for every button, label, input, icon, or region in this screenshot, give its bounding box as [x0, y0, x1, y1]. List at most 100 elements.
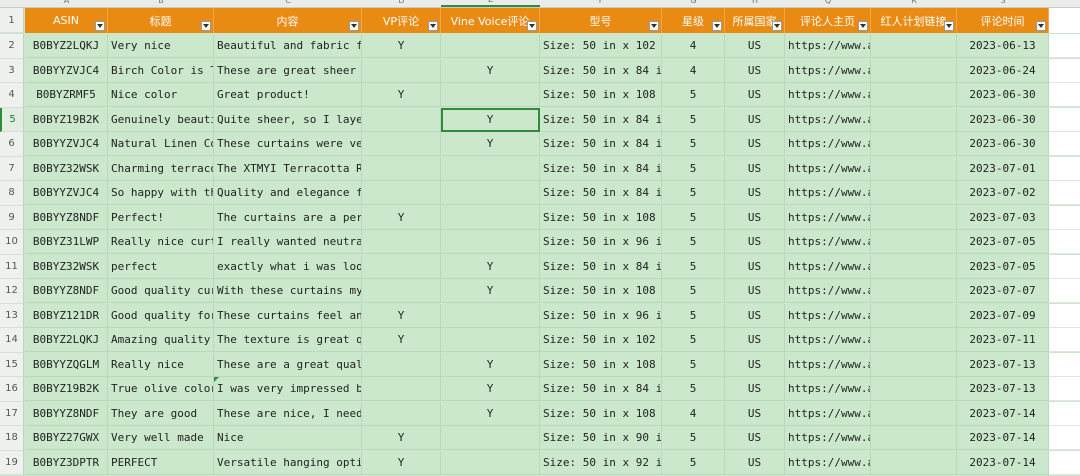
cell-star[interactable]: 5: [662, 303, 725, 328]
empty-cell[interactable]: [1049, 279, 1080, 303]
cell-date[interactable]: 2023-07-14: [957, 426, 1049, 450]
cell-profile[interactable]: https://www.amazon.com: [785, 58, 871, 83]
cell-profile[interactable]: https://www.amazon.com: [785, 450, 871, 475]
cell-country[interactable]: US: [725, 205, 785, 230]
cell-influencer[interactable]: [871, 426, 957, 450]
cell-star[interactable]: 5: [662, 83, 725, 107]
cell-title[interactable]: Perfect!: [108, 205, 214, 230]
header-cell-model[interactable]: 型号: [540, 8, 662, 33]
cell-vine[interactable]: [441, 181, 540, 205]
cell-model[interactable]: Size: 50 in x 84 in: [540, 132, 662, 156]
empty-header-cell[interactable]: [1049, 8, 1080, 33]
empty-cell[interactable]: [1049, 426, 1080, 450]
cell-country[interactable]: US: [725, 58, 785, 83]
column-letter-f[interactable]: F: [540, 0, 662, 6]
row-number[interactable]: 19: [0, 450, 24, 475]
cell-title[interactable]: Birch Color is Too: [108, 58, 214, 83]
cell-influencer[interactable]: [871, 401, 957, 426]
cell-date[interactable]: 2023-07-01: [957, 156, 1049, 181]
cell-title[interactable]: So happy with these: [108, 181, 214, 205]
header-cell-title[interactable]: 标题: [108, 8, 214, 33]
filter-dropdown-icon[interactable]: [428, 21, 438, 31]
cell-influencer[interactable]: [871, 58, 957, 83]
cell-star[interactable]: 5: [662, 426, 725, 450]
cell-vine[interactable]: Y: [441, 377, 540, 401]
cell-profile[interactable]: https://www.amazon.com: [785, 34, 871, 58]
cell-title[interactable]: Very well made: [108, 426, 214, 450]
row-number[interactable]: 12: [0, 279, 24, 304]
cell-profile[interactable]: https://www.amazon.com: [785, 377, 871, 401]
column-letter-r[interactable]: R: [871, 0, 957, 6]
empty-cell[interactable]: [1049, 352, 1080, 377]
cell-country[interactable]: US: [725, 254, 785, 279]
filter-dropdown-icon[interactable]: [527, 21, 537, 31]
cell-vp[interactable]: [362, 58, 441, 83]
cell-vp[interactable]: [362, 181, 441, 205]
row-number-1[interactable]: 1: [0, 8, 24, 33]
cell-country[interactable]: US: [725, 107, 785, 132]
cell-model[interactable]: Size: 50 in x 102 in: [540, 328, 662, 352]
cell-asin[interactable]: B0BYZ19B2K: [25, 107, 108, 132]
column-letter-s[interactable]: S: [957, 0, 1049, 6]
cell-profile[interactable]: https://www.amazon.com: [785, 230, 871, 254]
cell-profile[interactable]: https://www.amazon.com: [785, 156, 871, 181]
cell-asin[interactable]: B0BYYZ8NDF: [25, 205, 108, 230]
cell-content[interactable]: The XTMYI Terracotta Rust: [214, 156, 362, 181]
cell-vine[interactable]: Y: [441, 352, 540, 377]
column-letter-e[interactable]: E: [441, 0, 540, 7]
cell-star[interactable]: 5: [662, 254, 725, 279]
cell-content[interactable]: Nice: [214, 426, 362, 450]
column-letter-q[interactable]: Q: [785, 0, 871, 6]
cell-date[interactable]: 2023-07-02: [957, 181, 1049, 205]
cell-title[interactable]: Genuinely beautiful: [108, 107, 214, 132]
cell-date[interactable]: 2023-07-11: [957, 328, 1049, 352]
cell-profile[interactable]: https://www.amazon.com: [785, 83, 871, 107]
cell-vp[interactable]: Y: [362, 205, 441, 230]
empty-cell[interactable]: [1049, 107, 1080, 132]
filter-dropdown-icon[interactable]: [201, 21, 211, 31]
cell-content[interactable]: These are a great quality: [214, 352, 362, 377]
cell-star[interactable]: 5: [662, 450, 725, 475]
cell-profile[interactable]: https://www.amazon.com: [785, 426, 871, 450]
cell-vp[interactable]: [362, 254, 441, 279]
cell-influencer[interactable]: [871, 303, 957, 328]
filter-dropdown-icon[interactable]: [712, 21, 722, 31]
filter-dropdown-icon[interactable]: [772, 21, 782, 31]
cell-profile[interactable]: https://www.amazon.com: [785, 328, 871, 352]
cell-asin[interactable]: B0BYZ32WSK: [25, 156, 108, 181]
cell-asin[interactable]: B0BYYZ8NDF: [25, 401, 108, 426]
cell-country[interactable]: US: [725, 303, 785, 328]
cell-asin[interactable]: B0BYZ31LWP: [25, 230, 108, 254]
cell-influencer[interactable]: [871, 352, 957, 377]
cell-star[interactable]: 5: [662, 156, 725, 181]
cell-title[interactable]: Good quality for the: [108, 303, 214, 328]
cell-content[interactable]: exactly what i was looking: [214, 254, 362, 279]
cell-date[interactable]: 2023-06-30: [957, 107, 1049, 132]
header-cell-profile[interactable]: 评论人主页: [785, 8, 871, 33]
cell-vine[interactable]: [441, 328, 540, 352]
cell-title[interactable]: Good quality curtains: [108, 279, 214, 303]
row-number[interactable]: 13: [0, 303, 24, 328]
header-cell-star[interactable]: 星级: [662, 8, 725, 33]
cell-content[interactable]: Quite sheer, so I layered: [214, 107, 362, 132]
cell-title[interactable]: PERFECT: [108, 450, 214, 475]
cell-vine[interactable]: [441, 450, 540, 475]
row-number[interactable]: 17: [0, 401, 24, 426]
cell-vp[interactable]: [362, 107, 441, 132]
cell-model[interactable]: Size: 50 in x 96 in: [540, 303, 662, 328]
cell-date[interactable]: 2023-06-24: [957, 58, 1049, 83]
cell-star[interactable]: 5: [662, 279, 725, 303]
cell-date[interactable]: 2023-07-05: [957, 254, 1049, 279]
cell-asin[interactable]: B0BYYZQGLM: [25, 352, 108, 377]
cell-vine[interactable]: [441, 230, 540, 254]
cell-vine[interactable]: Y: [441, 279, 540, 303]
empty-cell[interactable]: [1049, 132, 1080, 156]
cell-profile[interactable]: https://www.amazon.com: [785, 107, 871, 132]
filter-dropdown-icon[interactable]: [858, 21, 868, 31]
cell-country[interactable]: US: [725, 352, 785, 377]
empty-cell[interactable]: [1049, 205, 1080, 230]
cell-influencer[interactable]: [871, 181, 957, 205]
cell-vine[interactable]: [441, 156, 540, 181]
empty-cell[interactable]: [1049, 58, 1080, 83]
cell-country[interactable]: US: [725, 156, 785, 181]
